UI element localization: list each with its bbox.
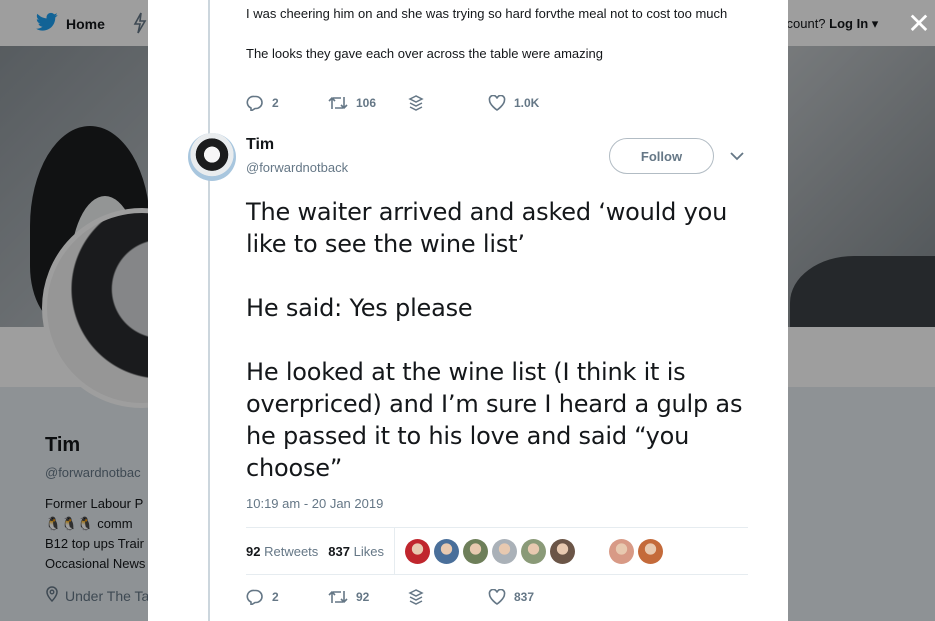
tweet-author-avatar[interactable]: [188, 133, 236, 181]
reply-count: 2: [272, 96, 279, 110]
tweet-paragraph: He looked at the wine list (I think it i…: [246, 358, 743, 482]
tweet-paragraph: He said: Yes please: [246, 294, 473, 322]
retweet-count: 92: [356, 590, 370, 604]
heart-icon: [488, 95, 506, 111]
like-button[interactable]: 1.0K: [488, 95, 539, 111]
retweet-button[interactable]: 92: [328, 589, 408, 605]
stack-icon: [408, 589, 424, 605]
share-button[interactable]: [408, 95, 488, 111]
reply-button[interactable]: 2: [246, 589, 328, 605]
follow-button[interactable]: Follow: [609, 138, 714, 174]
retweet-count: 106: [356, 96, 377, 110]
tweet-actions: 2 92 837: [246, 589, 534, 605]
retweets-stat[interactable]: 92 Retweets: [246, 544, 318, 559]
liker-avatar[interactable]: [462, 538, 488, 564]
liker-avatar[interactable]: [520, 538, 546, 564]
retweets-stat-count: 92: [246, 543, 261, 559]
liker-avatar[interactable]: [491, 538, 517, 564]
retweets-stat-label: Retweets: [264, 543, 319, 559]
previous-tweet-text: I was cheering him on and she was trying…: [246, 4, 756, 84]
liker-avatars: [404, 538, 663, 564]
stack-icon: [408, 95, 424, 111]
like-button[interactable]: 837: [488, 589, 534, 605]
chevron-down-icon[interactable]: [730, 148, 750, 168]
likes-stat-count: 837: [328, 543, 350, 559]
like-count: 837: [514, 590, 535, 604]
reply-icon: [246, 95, 264, 111]
share-button[interactable]: [408, 589, 488, 605]
tweet-timestamp[interactable]: 10:19 am - 20 Jan 2019: [246, 496, 383, 511]
tweet-stats: 92 Retweets 837 Likes: [246, 527, 748, 575]
reply-count: 2: [272, 590, 279, 604]
liker-avatar[interactable]: [549, 538, 575, 564]
reply-button[interactable]: 2: [246, 95, 328, 111]
retweet-button[interactable]: 106: [328, 95, 408, 111]
retweet-icon: [328, 589, 348, 605]
liker-avatar[interactable]: [637, 538, 663, 564]
likes-stat[interactable]: 837 Likes: [328, 544, 384, 559]
heart-icon: [488, 589, 506, 605]
tweet-text: The waiter arrived and asked ‘would you …: [246, 196, 756, 516]
likes-stat-label: Likes: [353, 543, 384, 559]
previous-tweet-line: The looks they gave each over across the…: [246, 46, 603, 61]
liker-avatar[interactable]: [404, 538, 430, 564]
liker-avatar[interactable]: [608, 538, 634, 564]
tweet-permalink-modal: I was cheering him on and she was trying…: [148, 0, 788, 621]
tweet-author-handle[interactable]: @forwardnotback: [246, 160, 348, 175]
tweet-author-name[interactable]: Tim: [246, 136, 274, 154]
stats-divider: [393, 527, 395, 575]
thread-connector-line: [208, 0, 210, 621]
liker-avatar[interactable]: [433, 538, 459, 564]
reply-icon: [246, 589, 264, 605]
previous-tweet-actions: 2 106 1.0K: [246, 95, 539, 111]
previous-tweet-line: I was cheering him on and she was trying…: [246, 6, 728, 21]
close-icon[interactable]: ✕: [905, 10, 933, 38]
retweet-icon: [328, 95, 348, 111]
tweet-paragraph: The waiter arrived and asked ‘would you …: [246, 198, 728, 258]
like-count: 1.0K: [514, 96, 540, 110]
